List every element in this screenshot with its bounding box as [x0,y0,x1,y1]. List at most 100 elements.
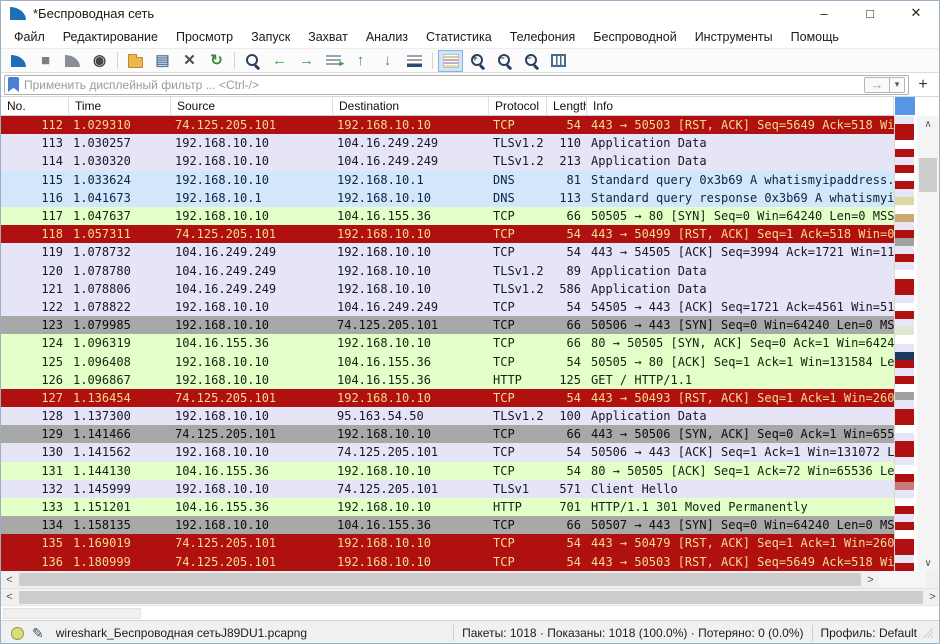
column-header-no[interactable]: No. [1,97,69,115]
packet-row[interactable]: 1131.030257192.168.10.10104.16.249.249TL… [1,134,894,152]
column-header-length[interactable]: Length [547,97,587,115]
restart-capture-button[interactable] [60,50,85,72]
apply-filter-button[interactable]: → [864,77,890,93]
zoom-100-button[interactable]: − [519,50,544,72]
packet-row[interactable]: 1331.151201104.16.155.36192.168.10.10HTT… [1,498,894,516]
packet-row[interactable]: 1251.096408192.168.10.10104.16.155.36TCP… [1,352,894,370]
go-back-button[interactable]: ← [267,50,292,72]
packet-row[interactable]: 1241.096319104.16.155.36192.168.10.10TCP… [1,334,894,352]
cell-time: 1.047637 [69,207,171,225]
menu-analyze[interactable]: Анализ [357,30,417,44]
scroll-up-arrow-icon[interactable]: ∧ [917,116,939,132]
packet-row[interactable]: 1171.047637192.168.10.10104.16.155.36TCP… [1,207,894,225]
add-filter-button[interactable]: + [913,76,933,94]
zoom-in-button[interactable]: + [465,50,490,72]
packet-row[interactable]: 1291.14146674.125.205.101192.168.10.10TC… [1,425,894,443]
scroll-down-arrow-icon[interactable]: ∨ [917,555,939,571]
go-to-packet-button[interactable]: ▸ [321,50,346,72]
packet-row[interactable]: 1141.030320192.168.10.10104.16.249.249TL… [1,152,894,170]
packet-row[interactable]: 1351.16901974.125.205.101192.168.10.10TC… [1,534,894,552]
packet-row[interactable]: 1311.144130104.16.155.36192.168.10.10TCP… [1,462,894,480]
close-button[interactable]: ✕ [893,1,939,25]
packet-minimap[interactable] [894,116,914,571]
packet-row[interactable]: 1161.041673192.168.10.1192.168.10.10DNS1… [1,189,894,207]
column-header-time[interactable]: Time [69,97,171,115]
packet-row[interactable]: 1121.02931074.125.205.101192.168.10.10TC… [1,116,894,134]
packet-row[interactable]: 1211.078806104.16.249.249192.168.10.10TL… [1,280,894,298]
horizontal-scroll-thumb[interactable] [19,573,861,586]
capture-options-button[interactable]: ◉ [87,50,112,72]
vertical-scrollbar[interactable]: ∧ ∨ [917,116,939,571]
filter-dropdown-caret[interactable]: ▾ [890,77,905,93]
display-filter-input[interactable] [24,78,864,92]
column-header-source[interactable]: Source [171,97,333,115]
expert-info-icon[interactable] [11,627,24,640]
menu-file[interactable]: Файл [5,30,54,44]
close-file-icon: ✕ [183,53,196,68]
cell-dst: 192.168.10.10 [333,243,489,261]
cell-len: 89 [547,262,587,280]
cell-src: 74.125.205.101 [171,553,333,571]
packet-row[interactable]: 1271.13645474.125.205.101192.168.10.10TC… [1,389,894,407]
menu-help[interactable]: Помощь [782,30,848,44]
close-file-button[interactable]: ✕ [177,50,202,72]
menu-telephony[interactable]: Телефония [501,30,585,44]
packet-row[interactable]: 1281.137300192.168.10.1095.163.54.50TLSv… [1,407,894,425]
horizontal-scroll-thumb-2[interactable] [19,591,923,604]
packet-row[interactable]: 1201.078780104.16.249.249192.168.10.10TL… [1,262,894,280]
menu-go[interactable]: Запуск [242,30,299,44]
menu-capture[interactable]: Захват [299,30,357,44]
display-filter-field[interactable]: → ▾ [4,75,909,95]
go-to-packet-arrow: ▸ [339,58,344,69]
find-packet-icon [244,52,261,69]
packet-row[interactable]: 1361.18099974.125.205.101192.168.10.10TC… [1,553,894,571]
resize-grip[interactable] [923,628,933,638]
scroll-right-arrow-icon-2[interactable]: > [924,589,940,606]
minimize-button[interactable]: – [801,1,847,25]
start-capture-button[interactable] [6,50,31,72]
stop-capture-button[interactable]: ■ [33,50,58,72]
open-file-button[interactable] [123,50,148,72]
packet-row[interactable]: 1151.033624192.168.10.10192.168.10.1DNS8… [1,171,894,189]
packet-row[interactable]: 1231.079985192.168.10.1074.125.205.101TC… [1,316,894,334]
resize-columns-button[interactable] [546,50,571,72]
find-packet-button[interactable] [240,50,265,72]
column-header-info[interactable]: Info [587,97,894,115]
scroll-right-arrow-icon[interactable]: > [862,571,879,588]
menu-view[interactable]: Просмотр [167,30,242,44]
zoom-out-button[interactable]: − [492,50,517,72]
menu-tools[interactable]: Инструменты [686,30,782,44]
packet-row[interactable]: 1261.096867192.168.10.10104.16.155.36HTT… [1,371,894,389]
horizontal-scrollbar-1[interactable]: < > [1,571,940,588]
go-last-button[interactable]: ↓ [375,50,400,72]
scroll-left-arrow-icon-2[interactable]: < [1,589,18,606]
packet-row[interactable]: 1191.078732104.16.249.249192.168.10.10TC… [1,243,894,261]
menu-wireless[interactable]: Беспроводной [584,30,685,44]
vertical-scroll-thumb[interactable] [919,158,937,192]
maximize-button[interactable]: □ [847,1,893,25]
reload-file-button[interactable]: ↻ [204,50,229,72]
go-first-button[interactable]: ↑ [348,50,373,72]
packet-row[interactable]: 1181.05731174.125.205.101192.168.10.10TC… [1,225,894,243]
filter-bookmark-icon[interactable] [8,77,19,92]
profile-label[interactable]: Профиль: Default [821,626,918,640]
cell-src: 104.16.249.249 [171,243,333,261]
packet-row[interactable]: 1221.078822192.168.10.10104.16.249.249TC… [1,298,894,316]
menu-statistics[interactable]: Статистика [417,30,501,44]
cell-len: 66 [547,516,587,534]
go-forward-button[interactable]: → [294,50,319,72]
save-file-button[interactable]: ▤ [150,50,175,72]
capture-file-name[interactable]: wireshark_Беспроводная сетьJ89DU1.pcapng [56,626,307,640]
auto-scroll-button[interactable] [402,50,427,72]
column-header-protocol[interactable]: Protocol [489,97,547,115]
horizontal-scrollbar-2[interactable]: < > [1,588,940,605]
capture-comment-icon[interactable]: ✎ [32,625,44,642]
packet-row[interactable]: 1341.158135192.168.10.10104.16.155.36TCP… [1,516,894,534]
packet-row[interactable]: 1321.145999192.168.10.1074.125.205.101TL… [1,480,894,498]
packet-row[interactable]: 1301.141562192.168.10.1074.125.205.101TC… [1,443,894,461]
column-header-destination[interactable]: Destination [333,97,489,115]
colorize-button[interactable] [438,50,463,72]
scroll-left-arrow-icon[interactable]: < [1,571,18,588]
cell-proto: TCP [489,225,547,243]
menu-edit[interactable]: Редактирование [54,30,167,44]
